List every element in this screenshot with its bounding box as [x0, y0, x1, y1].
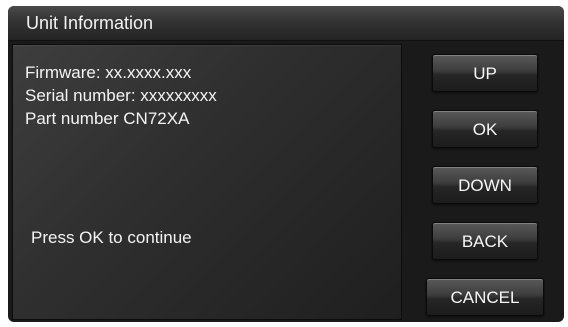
- part-number-text: Part number CN72XA: [25, 109, 190, 128]
- title-bar: Unit Information: [8, 6, 564, 41]
- back-button[interactable]: BACK: [432, 222, 538, 260]
- firmware-text: Firmware: xx.xxxx.xxx: [25, 63, 192, 82]
- continue-prompt: Press OK to continue: [31, 228, 192, 247]
- screen-title: Unit Information: [26, 13, 154, 33]
- down-button[interactable]: DOWN: [432, 166, 538, 204]
- ok-button[interactable]: OK: [432, 110, 538, 148]
- unit-information-screen: Unit Information Firmware: xx.xxxx.xxx S…: [8, 6, 564, 322]
- cancel-button[interactable]: CANCEL: [426, 278, 544, 316]
- serial-number-text: Serial number: xxxxxxxxx: [25, 86, 217, 105]
- up-button[interactable]: UP: [432, 54, 538, 92]
- info-panel: Firmware: xx.xxxx.xxx Serial number: xxx…: [12, 44, 402, 320]
